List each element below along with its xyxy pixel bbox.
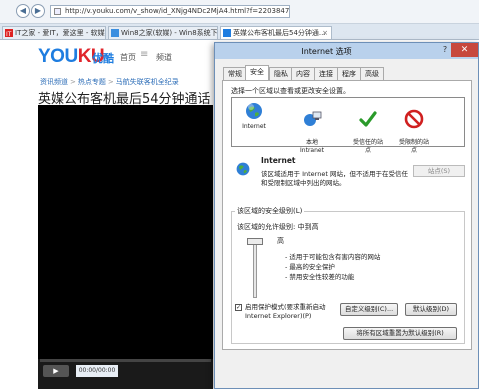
zone-internet[interactable]: Internet <box>234 101 274 131</box>
tab-label: 英媒公布客机最后54分钟通... <box>233 29 326 37</box>
back-button[interactable]: ◀ <box>16 4 30 18</box>
dialog-title: Internet 选项 <box>301 47 352 56</box>
globe-icon <box>236 162 250 176</box>
tab-strip: IT IT之家 - 爱IT，爱这里 - 软媒... Win8之家(软媒) - W… <box>0 24 479 40</box>
security-slider-thumb[interactable] <box>247 238 263 245</box>
help-icon[interactable]: ? <box>439 45 451 57</box>
zone-label: 受限制的站 点 <box>398 139 429 154</box>
svg-text:IT: IT <box>6 31 12 37</box>
zone-label: 本地 Intranet <box>300 139 324 154</box>
tab-programs[interactable]: 程序 <box>337 67 361 80</box>
level-bullet: - 适用于可能包含有害内容的网站 <box>285 253 381 261</box>
nav-channel[interactable]: 频道 <box>156 52 172 63</box>
url-text: http://v.youku.com/v_show/id_XNjg4NDc2Mj… <box>65 7 290 15</box>
zone-label: Internet <box>242 123 266 130</box>
zone-description: 该区域适用于 Internet 网站，但不适用于在受信任和受限制区域中列出的网站… <box>261 170 408 187</box>
tab-label: IT之家 - 爱IT，爱这里 - 软媒... <box>15 29 106 37</box>
zone-trusted[interactable]: 受信任的站 点 <box>348 101 388 155</box>
menu-icon: ≡ <box>140 49 149 60</box>
internet-options-dialog: Internet 选项 ? ✕ 常规 安全 隐私 内容 连接 程序 高级 选择一… <box>214 42 479 389</box>
youku-logo-cn: 优酷 <box>92 52 114 65</box>
close-button[interactable]: ✕ <box>451 43 478 57</box>
logo-text-you: YOU <box>38 46 78 67</box>
ithome-favicon-icon: IT <box>5 29 13 37</box>
zone-label: 受信任的站 点 <box>352 139 383 154</box>
protected-mode-checkbox[interactable]: ✓ <box>235 304 242 311</box>
tab-advanced[interactable]: 高级 <box>360 67 384 80</box>
breadcrumb-item[interactable]: 热点专题 <box>78 78 106 86</box>
zone-intranet[interactable]: 本地 Intranet <box>292 101 332 155</box>
address-bar[interactable]: http://v.youku.com/v_show/id_XNjg4NDc2Mj… <box>50 5 290 18</box>
security-level-name: 高 <box>277 237 284 245</box>
tab-label: Win8之家(软媒) - Win8系统下... <box>121 29 218 37</box>
level-description: - 适用于可能包含有害内容的网站 - 最高的安全保护 - 禁用安全性较差的功能 <box>285 252 380 282</box>
win8-favicon-icon <box>111 29 119 37</box>
dialog-title-bar[interactable]: Internet 选项 ? ✕ <box>215 43 478 59</box>
intranet-icon <box>304 111 322 126</box>
browser-tab-youku[interactable]: 英媒公布客机最后54分钟通... × <box>220 26 332 39</box>
zone-name: Internet <box>261 156 296 165</box>
reset-all-zones-button[interactable]: 将所有区域重置为默认级别(R) <box>343 327 457 340</box>
tab-privacy[interactable]: 隐私 <box>269 67 293 80</box>
custom-level-button[interactable]: 自定义级别(C)... <box>340 303 398 316</box>
restricted-icon <box>404 109 424 129</box>
breadcrumb: 资讯频道 > 热点专题 > 马航失联客机全纪录 <box>40 78 179 86</box>
tab-security[interactable]: 安全 <box>245 65 269 80</box>
security-level-legend: 该区域的安全级别(L) <box>235 206 305 216</box>
browser-tab-win8[interactable]: Win8之家(软媒) - Win8系统下... <box>108 26 218 39</box>
time-display: 00:00/00:00 <box>76 365 118 377</box>
tab-content[interactable]: 内容 <box>291 67 315 80</box>
globe-icon <box>246 103 262 119</box>
play-button[interactable]: ▶ <box>43 365 69 377</box>
zone-list: Internet 本地 Intranet 受信任的站 点 受限制的站 点 <box>231 97 465 154</box>
page-icon <box>54 8 61 15</box>
tab-connections[interactable]: 连接 <box>314 67 338 80</box>
nav-home[interactable]: 首页 <box>120 52 136 63</box>
sites-button[interactable]: 站点(S) <box>413 165 465 177</box>
breadcrumb-item[interactable]: 资讯频道 <box>40 78 68 86</box>
protected-mode-option[interactable]: ✓ 启用保护模式(要求重新启动 Internet Explorer)(P) <box>235 303 326 321</box>
zone-restricted[interactable]: 受限制的站 点 <box>394 101 434 155</box>
browser-tab-ithome[interactable]: IT IT之家 - 爱IT，爱这里 - 软媒... <box>2 26 106 39</box>
youku-favicon-icon <box>223 29 231 37</box>
zone-prompt: 选择一个区域以查看或更改安全设置。 <box>231 87 350 95</box>
security-panel: 选择一个区域以查看或更改安全设置。 Internet 本地 Intranet 受… <box>222 80 472 350</box>
forward-button[interactable]: ▶ <box>31 4 45 18</box>
default-level-button[interactable]: 默认级别(D) <box>405 303 457 316</box>
progress-bar[interactable] <box>40 359 211 362</box>
video-player[interactable] <box>38 105 213 389</box>
level-bullet: - 禁用安全性较差的功能 <box>285 273 355 281</box>
level-bullet: - 最高的安全保护 <box>285 263 335 271</box>
close-tab-icon[interactable]: × <box>322 27 328 39</box>
security-slider-track[interactable] <box>253 242 257 298</box>
address-row: ◀ ▶ http://v.youku.com/v_show/id_XNjg4ND… <box>0 0 479 24</box>
allowed-levels: 该区域的允许级别: 中到高 <box>237 223 319 231</box>
check-icon <box>359 111 377 127</box>
tab-general[interactable]: 常规 <box>223 67 247 80</box>
breadcrumb-item[interactable]: 马航失联客机全纪录 <box>116 78 179 86</box>
protected-mode-label: 启用保护模式(要求重新启动 Internet Explorer)(P) <box>245 303 326 320</box>
